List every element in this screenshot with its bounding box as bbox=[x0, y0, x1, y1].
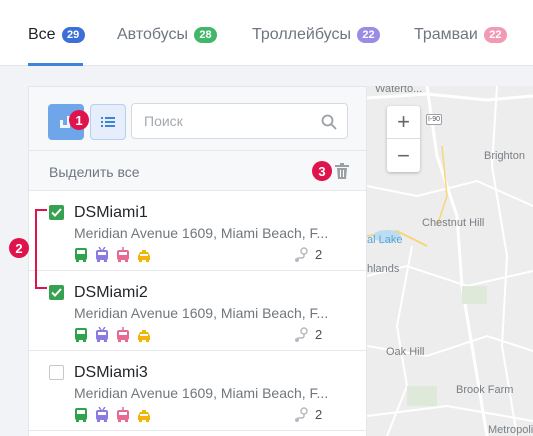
tab-label: Троллейбусы bbox=[252, 26, 351, 43]
transport-icons bbox=[74, 326, 158, 343]
trolleybus-icon bbox=[95, 246, 109, 263]
tab-bar: Все 29 Автобусы 28 Троллейбусы 22 Трамва… bbox=[0, 0, 533, 66]
tab-all[interactable]: Все 29 bbox=[28, 25, 85, 45]
zoom-in-button[interactable]: + bbox=[387, 106, 420, 139]
route-count: 2 bbox=[315, 407, 323, 422]
zoom-out-button[interactable]: − bbox=[387, 139, 420, 172]
zoom-control: + − bbox=[387, 106, 420, 172]
route-count: 2 bbox=[315, 247, 323, 262]
map-view[interactable]: Waterto... Brighton Chestnut Hill al Lak… bbox=[367, 86, 533, 436]
item-name: DSMiami3 bbox=[74, 364, 148, 381]
select-all-link[interactable]: Выделить все bbox=[49, 164, 140, 180]
list-item[interactable]: DSMiami2 Meridian Avenue 1609, Miami Bea… bbox=[29, 271, 366, 351]
item-checkbox[interactable] bbox=[49, 205, 64, 220]
item-checkbox[interactable] bbox=[49, 365, 64, 380]
item-checkbox[interactable] bbox=[49, 285, 64, 300]
map-label: Waterto... bbox=[375, 86, 423, 95]
item-name: DSMiami1 bbox=[74, 204, 148, 221]
map-label: Metropoli bbox=[488, 424, 533, 436]
map-label: hlands bbox=[367, 263, 400, 275]
list-icon bbox=[101, 117, 115, 127]
annotation-marker: 3 bbox=[312, 161, 332, 181]
trash-icon[interactable] bbox=[335, 163, 349, 179]
stops-panel: Выделить все DSMiami1 Meridian Avenue 16… bbox=[28, 86, 367, 436]
bus-icon bbox=[74, 247, 88, 263]
tab-buses[interactable]: Автобусы 28 bbox=[117, 25, 217, 45]
annotation-bracket bbox=[35, 209, 47, 289]
tab-trams[interactable]: Трамваи 22 bbox=[414, 25, 507, 45]
tab-label: Все bbox=[28, 26, 56, 43]
active-tab-indicator bbox=[28, 63, 83, 66]
tab-count-badge: 22 bbox=[483, 27, 507, 43]
tram-icon bbox=[116, 407, 130, 423]
map-label: Brook Farm bbox=[456, 384, 514, 396]
map-label: Oak Hill bbox=[386, 346, 425, 358]
tab-label: Трамваи bbox=[414, 26, 478, 43]
route-count: 2 bbox=[315, 327, 323, 342]
check-icon bbox=[51, 288, 62, 297]
highway-shield: I-90 bbox=[426, 114, 442, 125]
item-name: DSMiami2 bbox=[74, 284, 148, 301]
annotation-marker: 1 bbox=[69, 110, 89, 130]
item-address: Meridian Avenue 1609, Miami Beach, F... bbox=[74, 225, 329, 241]
transport-icons bbox=[74, 246, 158, 263]
item-address: Meridian Avenue 1609, Miami Beach, F... bbox=[74, 385, 329, 401]
transport-icons bbox=[74, 406, 158, 423]
route-icon bbox=[295, 247, 308, 262]
map-label: Brighton bbox=[484, 150, 525, 162]
list-view-toggle[interactable] bbox=[90, 104, 126, 140]
map-label: al Lake bbox=[367, 234, 403, 246]
tab-count-badge: 28 bbox=[194, 27, 217, 43]
annotation-marker: 2 bbox=[9, 238, 29, 258]
search-input[interactable] bbox=[132, 104, 302, 138]
tram-icon bbox=[116, 247, 130, 263]
taxi-icon bbox=[137, 407, 151, 423]
tab-trolleybuses[interactable]: Троллейбусы 22 bbox=[252, 25, 380, 45]
check-icon bbox=[51, 208, 62, 217]
map-label: Chestnut Hill bbox=[422, 217, 485, 229]
route-icon bbox=[295, 327, 308, 342]
tab-count-badge: 29 bbox=[61, 27, 85, 43]
taxi-icon bbox=[137, 327, 151, 343]
search-box bbox=[131, 103, 348, 139]
tram-icon bbox=[116, 327, 130, 343]
bus-icon bbox=[74, 327, 88, 343]
route-icon bbox=[295, 407, 308, 422]
search-icon[interactable] bbox=[321, 114, 337, 130]
list-item[interactable]: DSMiami1 Meridian Avenue 1609, Miami Bea… bbox=[29, 191, 366, 271]
trolleybus-icon bbox=[95, 406, 109, 423]
list-item[interactable]: DSMiami3 Meridian Avenue 1609, Miami Bea… bbox=[29, 351, 366, 431]
bus-icon bbox=[74, 407, 88, 423]
item-address: Meridian Avenue 1609, Miami Beach, F... bbox=[74, 305, 329, 321]
taxi-icon bbox=[137, 247, 151, 263]
trolleybus-icon bbox=[95, 326, 109, 343]
tab-label: Автобусы bbox=[117, 26, 188, 43]
tab-count-badge: 22 bbox=[356, 27, 380, 43]
